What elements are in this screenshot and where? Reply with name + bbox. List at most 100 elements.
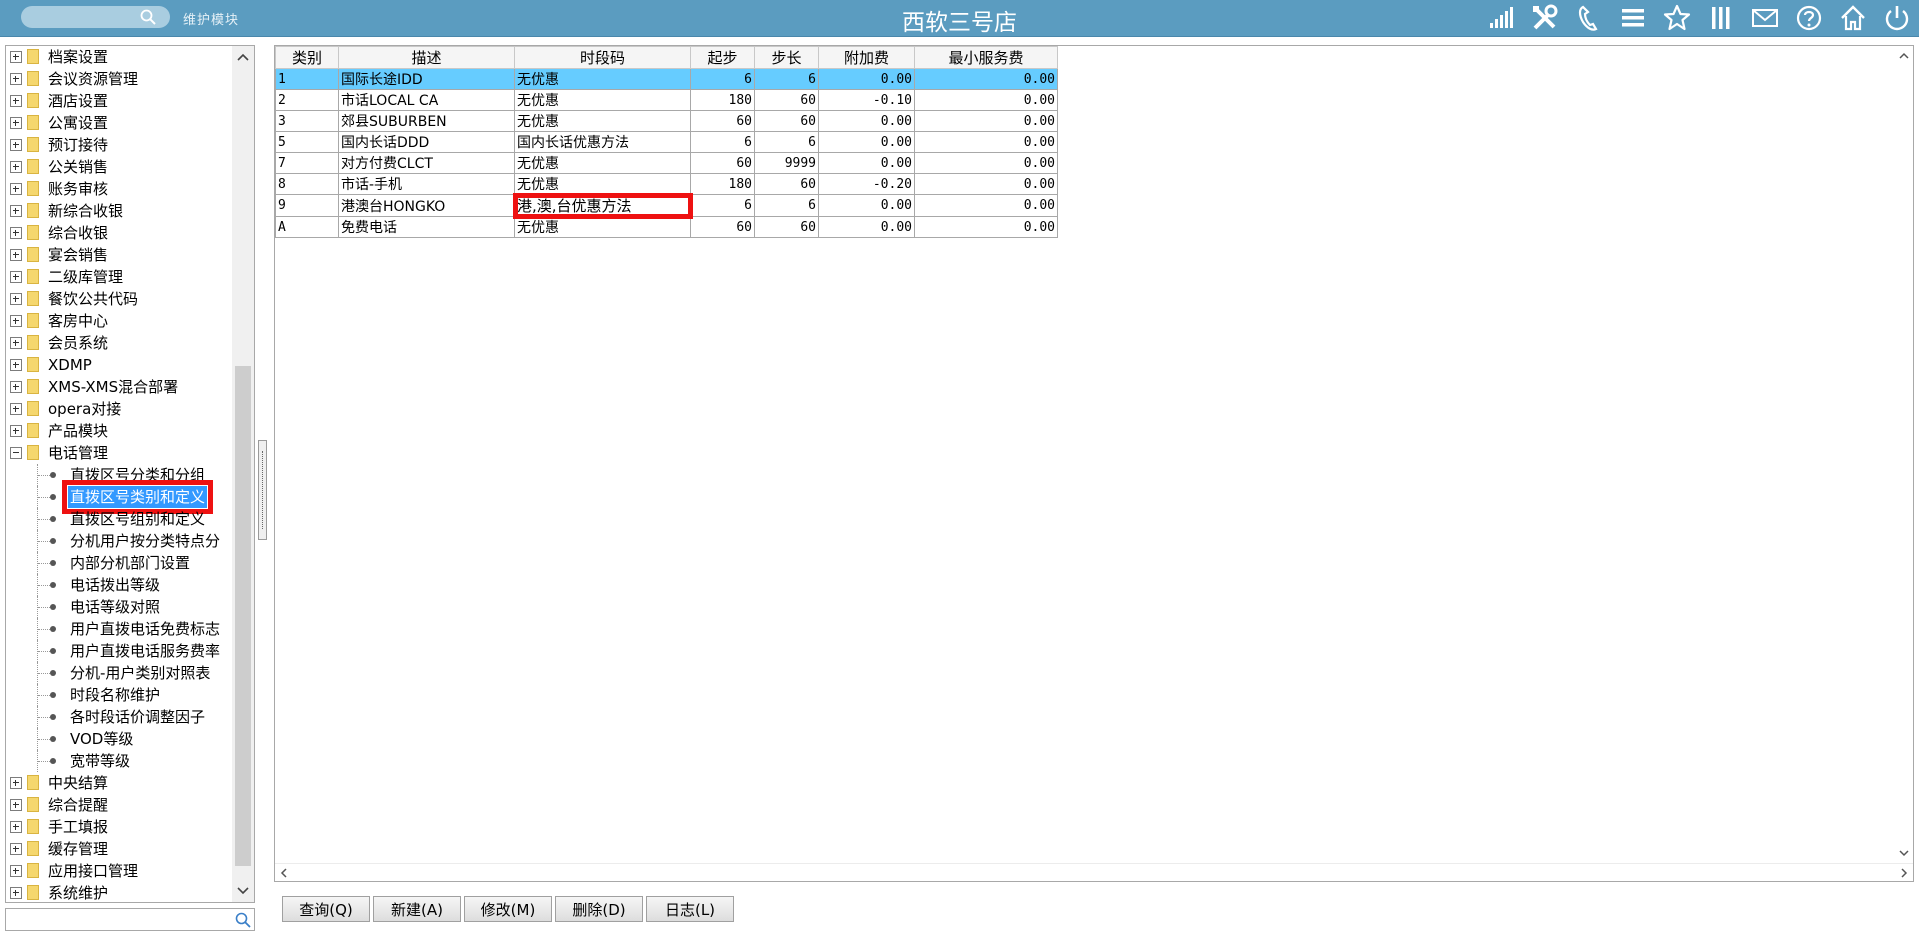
table-row[interactable]: 9 港澳台HONGKO 港,澳,台优惠方法 6 6 0.00 0.00 <box>275 192 1058 219</box>
tree-child-item[interactable]: 分机用户按分类特点分 <box>6 530 232 552</box>
table-cell[interactable]: 无优惠 <box>514 89 691 111</box>
tree-child-item[interactable]: 各时段话价调整因子 <box>6 706 232 728</box>
delete-button[interactable]: 删除(D) <box>555 896 643 922</box>
chevron-left-icon[interactable] <box>278 867 290 879</box>
table-cell[interactable]: 0.00 <box>818 152 915 174</box>
table-cell[interactable]: 2 <box>275 89 339 111</box>
table-cell[interactable]: 国内长话DDD <box>338 131 515 153</box>
expand-icon[interactable] <box>10 73 22 85</box>
tree-item[interactable]: 会员系统 <box>6 332 232 354</box>
expand-icon[interactable] <box>10 183 22 195</box>
tree-item[interactable]: 酒店设置 <box>6 90 232 112</box>
table-cell[interactable]: 郊县SUBURBEN <box>338 110 515 132</box>
help-icon[interactable] <box>1787 1 1831 35</box>
columns-icon[interactable] <box>1699 1 1743 35</box>
table-cell[interactable]: 9 <box>275 194 339 217</box>
expand-icon[interactable] <box>10 887 22 899</box>
tree-child-item[interactable]: 电话拨出等级 <box>6 574 232 596</box>
expand-icon[interactable] <box>10 51 22 63</box>
table-cell[interactable]: 免费电话 <box>338 216 515 238</box>
table-cell[interactable]: 0.00 <box>914 68 1058 90</box>
table-cell[interactable]: 0.00 <box>914 110 1058 132</box>
table-cell[interactable]: 0.00 <box>914 173 1058 195</box>
tree-item[interactable]: 中央结算 <box>6 772 232 794</box>
tree-item[interactable]: 二级库管理 <box>6 266 232 288</box>
table-row[interactable]: 3 郊县SUBURBEN 无优惠 60 60 0.00 0.00 <box>275 110 1058 132</box>
table-cell[interactable]: -0.20 <box>818 173 915 195</box>
table-row[interactable]: 1 国际长途IDD 无优惠 6 6 0.00 0.00 <box>275 68 1058 90</box>
table-cell[interactable]: 180 <box>690 173 755 195</box>
expand-icon[interactable] <box>10 843 22 855</box>
tree-child-item[interactable]: 分机-用户类别对照表 <box>6 662 232 684</box>
table-cell[interactable]: 180 <box>690 89 755 111</box>
table-cell[interactable]: 0.00 <box>914 131 1058 153</box>
global-search-box[interactable] <box>21 6 170 28</box>
modify-button[interactable]: 修改(M) <box>464 896 552 922</box>
menu-icon[interactable] <box>1611 1 1655 35</box>
table-cell[interactable]: 0.00 <box>818 68 915 90</box>
table-cell[interactable]: -0.10 <box>818 89 915 111</box>
table-cell[interactable]: 0.00 <box>914 194 1058 217</box>
collapse-icon[interactable] <box>10 447 22 459</box>
tree-item[interactable]: 系统维护 <box>6 882 232 902</box>
tree-item[interactable]: 应用接口管理 <box>6 860 232 882</box>
table-cell[interactable]: 60 <box>754 216 819 238</box>
table-cell[interactable]: 6 <box>690 131 755 153</box>
tree-child-item[interactable]: VOD等级 <box>6 728 232 750</box>
expand-icon[interactable] <box>10 799 22 811</box>
table-cell[interactable]: 60 <box>754 173 819 195</box>
column-header[interactable]: 描述 <box>338 46 515 69</box>
phone-icon[interactable] <box>1567 1 1611 35</box>
tree-child-item[interactable]: 直拨区号类别和定义 <box>6 480 232 514</box>
expand-icon[interactable] <box>10 205 22 217</box>
tree-child-item[interactable]: 时段名称维护 <box>6 684 232 706</box>
search-icon[interactable] <box>140 9 156 25</box>
table-cell[interactable]: 无优惠 <box>514 152 691 174</box>
tree-item[interactable]: 产品模块 <box>6 420 232 442</box>
column-header[interactable]: 类别 <box>275 46 339 69</box>
table-cell[interactable]: 对方付费CLCT <box>338 152 515 174</box>
expand-icon[interactable] <box>10 403 22 415</box>
tree-item[interactable]: opera对接 <box>6 398 232 420</box>
star-icon[interactable] <box>1655 1 1699 35</box>
table-cell[interactable]: 市话LOCAL CA <box>338 89 515 111</box>
tree-item[interactable]: 手工填报 <box>6 816 232 838</box>
search-icon[interactable] <box>235 912 251 928</box>
tree-item[interactable]: 档案设置 <box>6 46 232 68</box>
chevron-down-icon[interactable] <box>1898 847 1910 859</box>
new-button[interactable]: 新建(A) <box>373 896 461 922</box>
tree-item[interactable]: 公寓设置 <box>6 112 232 134</box>
table-cell[interactable]: 5 <box>275 131 339 153</box>
table-cell[interactable]: 无优惠 <box>514 173 691 195</box>
expand-icon[interactable] <box>10 777 22 789</box>
signal-icon[interactable] <box>1479 1 1523 35</box>
table-cell[interactable]: 0.00 <box>914 152 1058 174</box>
table-cell[interactable]: 港,澳,台优惠方法 <box>512 192 693 219</box>
table-cell[interactable]: 8 <box>275 173 339 195</box>
table-cell[interactable]: 无优惠 <box>514 68 691 90</box>
horizontal-scrollbar[interactable] <box>275 863 1913 881</box>
home-icon[interactable] <box>1831 1 1875 35</box>
query-button[interactable]: 查询(Q) <box>282 896 370 922</box>
tools-icon[interactable] <box>1523 1 1567 35</box>
tree-child-item[interactable]: 电话等级对照 <box>6 596 232 618</box>
tree-item[interactable]: 公关销售 <box>6 156 232 178</box>
log-button[interactable]: 日志(L) <box>646 896 734 922</box>
table-cell[interactable]: 60 <box>754 110 819 132</box>
table-cell[interactable]: 0.00 <box>818 216 915 238</box>
column-header[interactable]: 时段码 <box>514 46 691 69</box>
tree-scrollbar[interactable] <box>232 46 254 902</box>
table-cell[interactable]: 0.00 <box>914 216 1058 238</box>
tree-item[interactable]: 宴会销售 <box>6 244 232 266</box>
table-row[interactable]: 8 市话-手机 无优惠 180 60 -0.20 0.00 <box>275 173 1058 195</box>
tree-child-item[interactable]: 用户直拨电话免费标志 <box>6 618 232 640</box>
column-header[interactable]: 最小服务费 <box>914 46 1058 69</box>
expand-icon[interactable] <box>10 425 22 437</box>
table-cell[interactable]: 国际长途IDD <box>338 68 515 90</box>
tree-child-item[interactable]: 用户直拨电话服务费率 <box>6 640 232 662</box>
expand-icon[interactable] <box>10 315 22 327</box>
panel-splitter[interactable] <box>258 440 267 540</box>
tree-item[interactable]: 客房中心 <box>6 310 232 332</box>
column-header[interactable]: 附加费 <box>818 46 915 69</box>
expand-icon[interactable] <box>10 865 22 877</box>
